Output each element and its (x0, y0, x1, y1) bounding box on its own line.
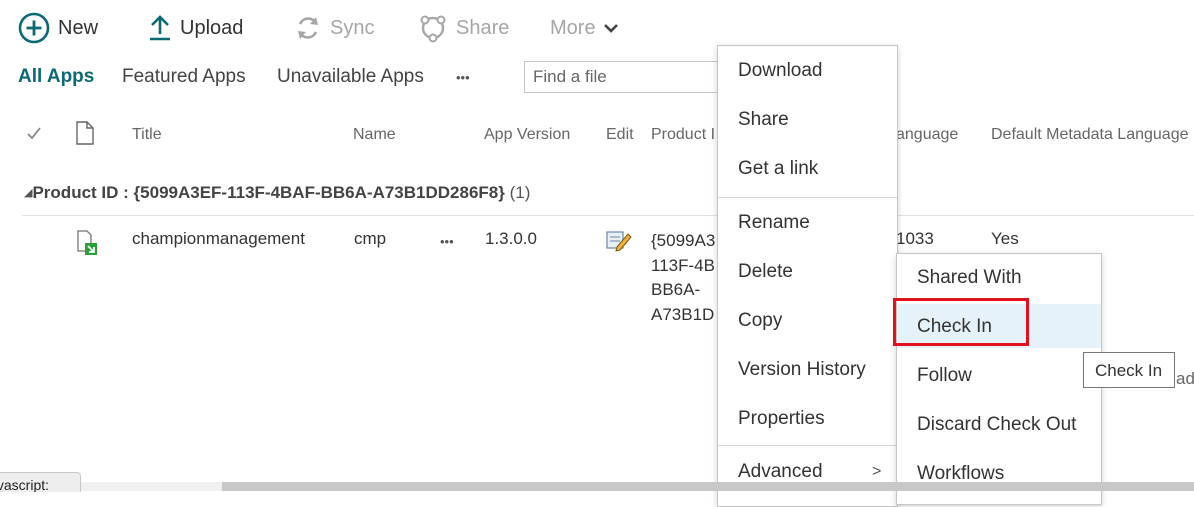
column-title[interactable]: Title (132, 126, 162, 144)
submenu-arrow-icon: > (872, 463, 882, 480)
scrollbar-thumb[interactable] (222, 482, 1194, 491)
views-more-button[interactable]: ••• (456, 70, 470, 85)
row-title-link[interactable]: championmanagement (132, 229, 305, 249)
upload-button[interactable]: Upload (148, 10, 243, 46)
submenu-item-shared-with[interactable]: Shared With (917, 267, 1022, 289)
product-id-line: A73B1D (651, 304, 715, 324)
group-label: Product ID : (32, 183, 129, 202)
view-unavailable-apps[interactable]: Unavailable Apps (277, 66, 424, 88)
submenu-item-follow[interactable]: Follow (917, 365, 972, 387)
menu-separator (718, 445, 897, 446)
advanced-submenu: Shared With Check In Follow Discard Chec… (896, 253, 1102, 505)
menu-item-get-a-link[interactable]: Get a link (738, 158, 818, 180)
menu-item-rename[interactable]: Rename (738, 212, 810, 234)
row-app-version: 1.3.0.0 (485, 229, 537, 248)
column-edit[interactable]: Edit (606, 126, 634, 144)
column-name[interactable]: Name (353, 126, 396, 144)
group-value: {5099A3EF-113F-4BAF-BB6A-A73B1DD286F8} (133, 183, 505, 202)
menu-separator (718, 197, 897, 198)
row-trailing-text: ad (1176, 369, 1194, 388)
share-command-button[interactable]: Share (418, 10, 509, 46)
row-name: cmp (354, 229, 387, 248)
share-command-label: Share (456, 16, 510, 39)
group-header[interactable]: ◢Product ID : {5099A3EF-113F-4BAF-BB6A-A… (24, 183, 530, 203)
menu-item-copy[interactable]: Copy (738, 310, 782, 332)
chevron-down-icon (603, 22, 619, 34)
share-icon (418, 13, 448, 43)
collapse-triangle-icon[interactable]: ◢ (24, 187, 32, 199)
row-default-metadata: Yes (991, 229, 1019, 248)
divider (22, 215, 1194, 216)
annotation-highlight-box (893, 298, 1029, 346)
edit-pencil-icon[interactable] (606, 228, 632, 257)
sync-icon (294, 14, 322, 42)
context-menu: Download Share Get a link Rename Delete … (717, 45, 898, 507)
upload-arrow-icon (148, 14, 172, 42)
menu-item-delete[interactable]: Delete (738, 261, 793, 283)
select-all-check-icon[interactable] (26, 125, 42, 146)
app-file-icon[interactable] (76, 229, 102, 262)
document-type-icon (76, 121, 94, 150)
menu-item-share[interactable]: Share (738, 109, 789, 131)
menu-item-version-history[interactable]: Version History (738, 359, 866, 381)
row-product-id: {5099A3 113F-4B BB6A- A73B1D (651, 229, 715, 327)
product-id-line: {5099A3 (651, 231, 716, 250)
sync-label: Sync (330, 16, 375, 39)
plus-circle-icon (18, 12, 50, 44)
menu-item-download[interactable]: Download (738, 60, 823, 82)
menu-item-advanced[interactable]: Advanced (738, 461, 823, 483)
product-id-line: BB6A- (651, 280, 701, 299)
new-button[interactable]: New (18, 10, 98, 46)
product-id-line: 113F-4B (651, 255, 715, 275)
column-app-version[interactable]: App Version (484, 126, 570, 144)
submenu-item-discard-check-out[interactable]: Discard Check Out (917, 414, 1076, 436)
column-default-metadata-language[interactable]: Default Metadata Language (991, 126, 1188, 144)
search-input[interactable]: Find a file (524, 61, 724, 93)
more-button[interactable]: More (550, 10, 619, 46)
upload-label: Upload (180, 16, 244, 39)
new-label: New (58, 16, 99, 39)
more-label: More (550, 16, 596, 39)
view-all-apps[interactable]: All Apps (18, 66, 94, 88)
status-bar: javascript: (0, 472, 81, 492)
column-language[interactable]: anguage (896, 126, 958, 144)
view-featured-apps[interactable]: Featured Apps (122, 66, 246, 88)
row-more-button[interactable]: ••• (440, 234, 454, 249)
column-product-id[interactable]: Product I (651, 126, 715, 144)
status-text: javascript: (0, 477, 50, 492)
sync-button[interactable]: Sync (294, 10, 374, 46)
menu-item-properties[interactable]: Properties (738, 408, 825, 430)
group-count: (1) (509, 183, 531, 202)
tooltip: Check In (1083, 352, 1175, 388)
row-language: 1033 (896, 229, 934, 248)
